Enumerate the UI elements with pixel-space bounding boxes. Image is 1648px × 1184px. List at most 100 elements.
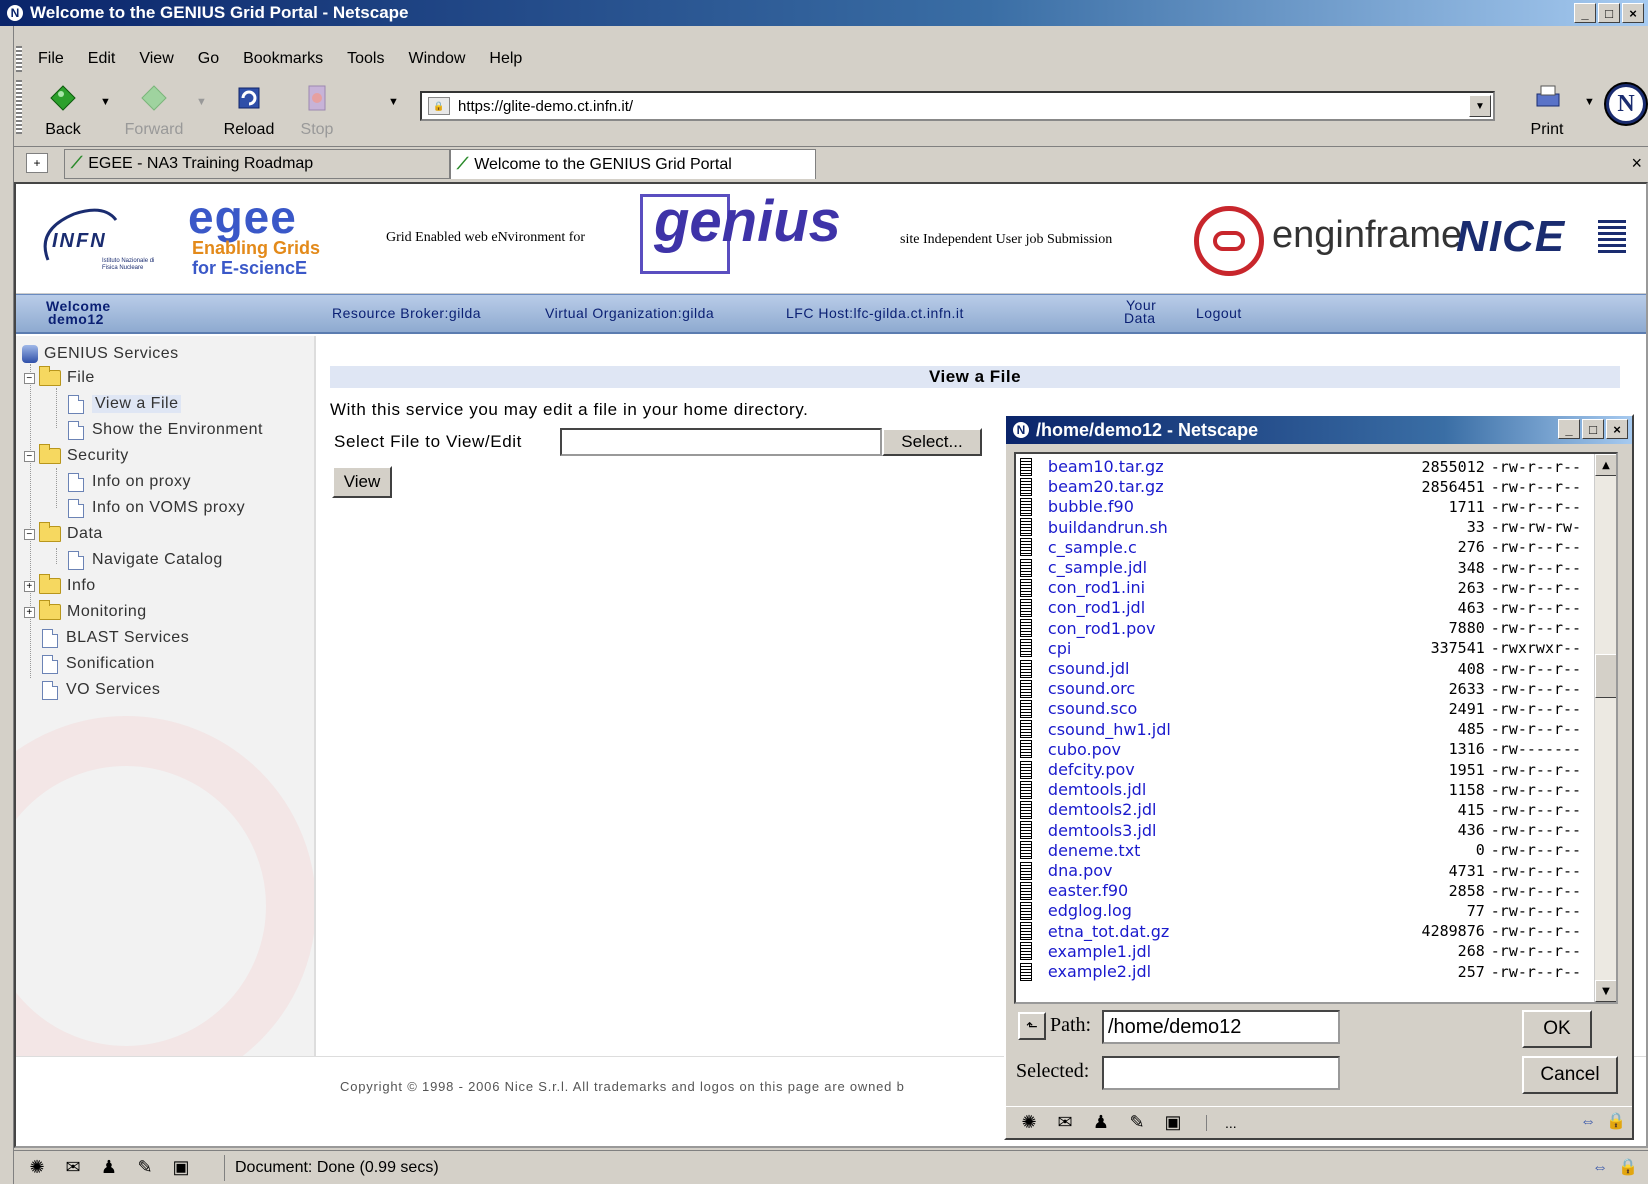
file-row[interactable]: dna.pov 4731 -rw-r--r-- [1016,860,1596,881]
file-row[interactable]: defcity.pov 1951 -rw-r--r-- [1016,759,1596,780]
scroll-down-icon[interactable]: ▼ [1595,980,1616,1002]
reload-button[interactable]: Reload [214,82,284,139]
new-tab-icon[interactable]: + [26,153,48,173]
scrollbar-thumb[interactable] [1595,654,1616,698]
select-button[interactable]: Select... [882,428,982,456]
selected-input[interactable] [1102,1056,1340,1090]
tree-item-info-voms[interactable]: Info on VOMS proxy [68,496,245,520]
file-list[interactable]: beam10.tar.gz 2855012 -rw-r--r-- beam20.tar… [1014,452,1618,1004]
mail-icon[interactable]: ✉ [1052,1112,1078,1134]
file-path-input[interactable] [560,428,882,456]
file-row[interactable]: bubble.f90 1711 -rw-r--r-- [1016,496,1596,517]
navigator-icon[interactable]: ✺ [1016,1112,1042,1134]
stop-button[interactable]: Stop [282,82,352,139]
popup-close-button[interactable]: × [1606,419,1628,439]
tree-item-blast[interactable]: BLAST Services [42,626,189,650]
collapse-icon[interactable]: − [24,450,35,462]
mail-icon[interactable]: ✉ [60,1157,86,1179]
tab-genius-portal[interactable]: ⟋ Welcome to the GENIUS Grid Portal [450,149,816,179]
file-name[interactable]: con_rod1.pov [1048,619,1346,638]
menu-help[interactable]: Help [489,50,522,68]
expand-icon[interactable]: + [24,606,35,618]
close-button[interactable]: × [1622,3,1644,23]
file-row[interactable]: con_rod1.pov 7880 -rw-r--r-- [1016,618,1596,639]
file-name[interactable]: defcity.pov [1048,760,1346,779]
file-row[interactable]: csound.sco 2491 -rw-r--r-- [1016,698,1596,719]
file-name[interactable]: etna_tot.dat.gz [1048,922,1346,941]
address-book-icon[interactable]: ▣ [168,1157,194,1179]
url-dropdown-icon[interactable]: ▼ [1469,95,1491,117]
print-dropdown-icon[interactable]: ▼ [1584,96,1595,108]
file-name[interactable]: buildandrun.sh [1048,518,1346,537]
collapse-icon[interactable]: − [24,372,35,384]
tree-item-vo-services[interactable]: VO Services [42,678,160,702]
file-name[interactable]: demtools2.jdl [1048,800,1346,819]
file-row[interactable]: deneme.txt 0 -rw-r--r-- [1016,840,1596,861]
minimize-button[interactable]: _ [1574,3,1596,23]
file-name[interactable]: c_sample.jdl [1048,558,1346,577]
scroll-up-icon[interactable]: ▲ [1595,454,1616,476]
file-name[interactable]: con_rod1.jdl [1048,598,1346,617]
file-row[interactable]: cubo.pov 1316 -rw------- [1016,739,1596,760]
navigator-icon[interactable]: ✺ [24,1157,50,1179]
tree-item-sonification[interactable]: Sonification [42,652,155,676]
file-name[interactable]: csound_hw1.jdl [1048,720,1346,739]
tree-folder-info[interactable]: + Info [24,574,96,598]
menu-tools[interactable]: Tools [347,50,384,68]
menu-bookmarks[interactable]: Bookmarks [243,50,323,68]
resource-broker[interactable]: Resource Broker:gilda [332,305,481,321]
file-name[interactable]: bubble.f90 [1048,497,1346,516]
ok-button[interactable]: OK [1522,1010,1592,1048]
print-button[interactable]: Print [1512,82,1582,139]
instant-messenger-icon[interactable]: ♟ [96,1157,122,1179]
back-dropdown-icon[interactable]: ▼ [100,96,111,108]
file-name[interactable]: dna.pov [1048,861,1346,880]
path-input[interactable]: /home/demo12 [1102,1010,1340,1044]
tab-egee-roadmap[interactable]: ⟋ EGEE - NA3 Training Roadmap [64,149,450,179]
file-name[interactable]: easter.f90 [1048,881,1346,900]
virtual-organization[interactable]: Virtual Organization:gilda [545,305,714,321]
file-name[interactable]: cubo.pov [1048,740,1346,759]
menu-view[interactable]: View [139,50,173,68]
composer-icon[interactable]: ✎ [1124,1112,1150,1134]
file-name[interactable]: example1.jdl [1048,942,1346,961]
file-name[interactable]: c_sample.c [1048,538,1346,557]
collapse-icon[interactable]: − [24,528,35,540]
file-row[interactable]: con_rod1.ini 263 -rw-r--r-- [1016,577,1596,598]
address-book-icon[interactable]: ▣ [1160,1112,1186,1134]
cancel-button[interactable]: Cancel [1522,1056,1618,1094]
file-row[interactable]: demtools3.jdl 436 -rw-r--r-- [1016,820,1596,841]
file-row[interactable]: example2.jdl 257 -rw-r--r-- [1016,961,1596,982]
tree-folder-file[interactable]: − File [24,366,95,390]
popup-maximize-button[interactable]: □ [1582,419,1604,439]
menu-window[interactable]: Window [408,50,465,68]
file-row[interactable]: demtools2.jdl 415 -rw-r--r-- [1016,799,1596,820]
security-lock-icon[interactable]: 🔒 [1618,1157,1638,1177]
parent-folder-icon[interactable]: ⬑ [1018,1012,1046,1040]
stop-dropdown-icon[interactable]: ▼ [388,96,399,108]
file-row[interactable]: csound_hw1.jdl 485 -rw-r--r-- [1016,719,1596,740]
close-tab-icon[interactable]: × [1631,153,1642,174]
view-button[interactable]: View [332,466,392,498]
expand-icon[interactable]: + [24,580,35,592]
file-row[interactable]: etna_tot.dat.gz 4289876 -rw-r--r-- [1016,921,1596,942]
file-list-scrollbar[interactable]: ▲ ▼ [1594,454,1616,1002]
file-name[interactable]: con_rod1.ini [1048,578,1346,597]
tree-root[interactable]: GENIUS Services [22,342,179,366]
forward-dropdown-icon[interactable]: ▼ [196,96,207,108]
file-row[interactable]: buildandrun.sh 33 -rw-rw-rw- [1016,517,1596,538]
instant-messenger-icon[interactable]: ♟ [1088,1112,1114,1134]
file-name[interactable]: demtools3.jdl [1048,821,1346,840]
file-row[interactable]: c_sample.c 276 -rw-r--r-- [1016,537,1596,558]
lfc-host[interactable]: LFC Host:lfc-gilda.ct.infn.it [786,305,964,321]
tree-item-show-env[interactable]: Show the Environment [68,418,263,442]
tree-item-info-proxy[interactable]: Info on proxy [68,470,191,494]
file-name[interactable]: csound.sco [1048,699,1346,718]
your-data-link-2[interactable]: Data [1124,311,1156,325]
menu-file[interactable]: File [38,50,64,68]
file-row[interactable]: con_rod1.jdl 463 -rw-r--r-- [1016,597,1596,618]
popup-minimize-button[interactable]: _ [1558,419,1580,439]
security-lock-icon[interactable]: 🔒 [1606,1111,1626,1131]
tree-folder-security[interactable]: − Security [24,444,129,468]
file-name[interactable]: cpi [1048,639,1346,658]
